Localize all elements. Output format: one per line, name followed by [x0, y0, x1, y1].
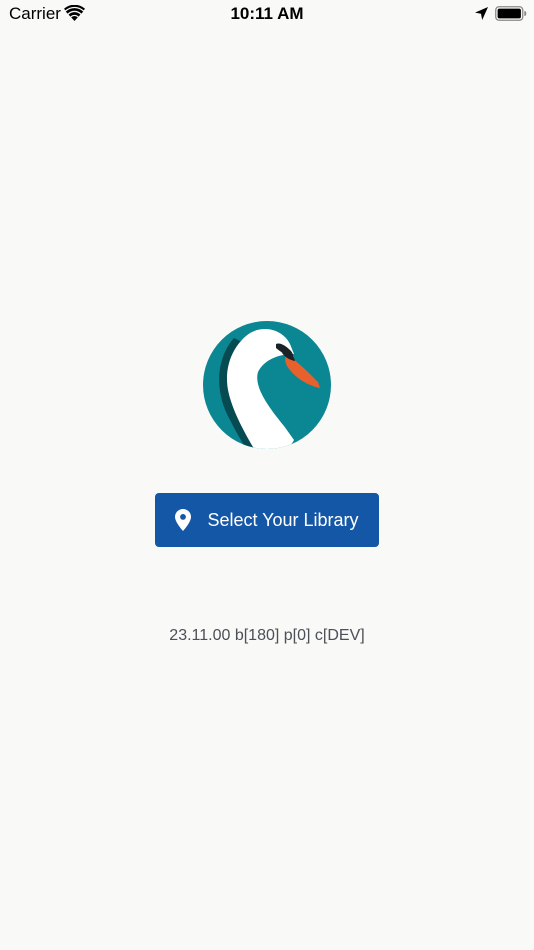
map-pin-icon	[175, 509, 192, 531]
swan-logo	[203, 321, 331, 449]
app-screen: Carrier 10:11 AM Select Your Library 23.…	[0, 0, 534, 950]
select-library-button[interactable]: Select Your Library	[155, 493, 379, 547]
location-arrow-icon	[475, 7, 488, 20]
status-time: 10:11 AM	[230, 4, 304, 23]
status-bar: Carrier 10:11 AM	[0, 0, 534, 28]
battery-icon	[495, 6, 527, 21]
version-text: 23.11.00 b[180] p[0] c[DEV]	[169, 627, 365, 644]
select-library-label: Select Your Library	[207, 510, 359, 530]
